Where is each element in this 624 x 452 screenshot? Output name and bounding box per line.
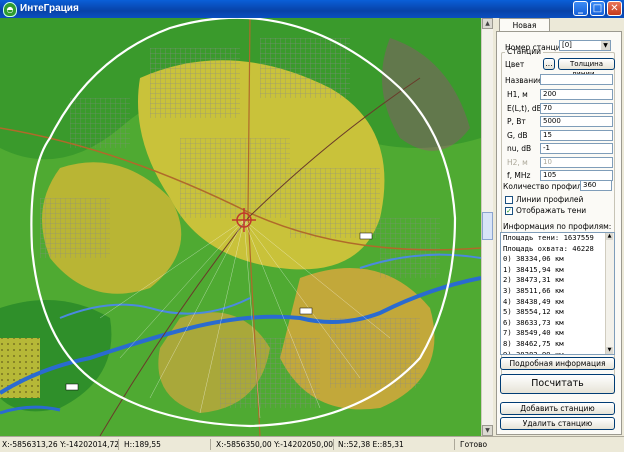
memo-scrollbar[interactable]: ▲ ▼	[605, 233, 614, 354]
status-divider	[118, 439, 119, 450]
scroll-down-icon[interactable]: ▼	[482, 425, 493, 436]
param-label: G, dB	[507, 130, 528, 140]
memo-scroll-down-icon[interactable]: ▼	[606, 347, 613, 354]
terrain-map	[0, 18, 481, 436]
status-divider	[210, 439, 211, 450]
param-field[interactable]: -1	[540, 143, 613, 154]
show-shadows-checkbox[interactable]: ✓	[505, 207, 513, 215]
profile-info-memo[interactable]: Площадь тени: 1637559 Площадь охвата: 462…	[500, 232, 615, 355]
map-vertical-scrollbar[interactable]: ▲ ▼	[481, 18, 493, 436]
param-field[interactable]: 70	[540, 102, 613, 114]
profile-info-label: Информация по профилям:	[503, 222, 612, 231]
info-line: 4) 38438,49 км	[503, 296, 564, 306]
app-logo-icon: ◓	[3, 2, 17, 17]
station-number-value: [0]	[562, 41, 572, 49]
profiles-count-field[interactable]: 360	[580, 180, 612, 191]
calculate-button[interactable]: Посчитать	[500, 374, 615, 394]
show-shadows-label: Отображать тени	[516, 206, 587, 215]
profiles-count-label: Количество профилей	[503, 182, 592, 191]
detail-info-button[interactable]: Подробная информация	[500, 357, 615, 370]
name-field[interactable]	[540, 74, 613, 85]
station-panel: Новая версия Станции Номер станции: [0] …	[493, 18, 624, 436]
color-picker-button[interactable]: ...	[543, 58, 555, 70]
status-center-coords: X:-5856350,00 Y:-14202050,00	[216, 440, 334, 449]
station-number-select[interactable]: [0] ▼	[559, 40, 611, 51]
close-button[interactable]: ✕	[607, 1, 622, 16]
memo-scroll-up-icon[interactable]: ▲	[606, 233, 613, 240]
info-line: 0) 38334,06 км	[503, 254, 564, 264]
param-field[interactable]: 200	[540, 89, 613, 100]
add-station-button[interactable]: Добавить станцию	[500, 402, 615, 415]
status-divider	[454, 439, 455, 450]
info-line: 9) 38282,99 км	[503, 349, 564, 355]
line-thickness-button[interactable]: Толщина линии...	[558, 58, 615, 78]
map-view[interactable]	[0, 18, 481, 436]
param-field: 10	[540, 156, 613, 168]
profile-lines-checkbox[interactable]	[505, 196, 513, 204]
info-line: 6) 38633,73 км	[503, 317, 564, 327]
param-label: E(L,t), dB	[507, 103, 542, 113]
param-field[interactable]: 15	[540, 129, 613, 141]
info-line: 3) 38511,66 км	[503, 285, 564, 295]
info-line: 2) 38473,31 км	[503, 275, 564, 285]
title-bar[interactable]: ◓ ИнтеГрация _ □ ✕	[0, 0, 624, 18]
status-bar: X:-5856313,26 Y:-14202014,72 H::189,55 X…	[0, 436, 624, 452]
param-label: H1, м	[507, 90, 528, 99]
scroll-thumb[interactable]	[482, 212, 493, 240]
param-label: P, Вт	[507, 117, 526, 126]
status-divider	[333, 439, 334, 450]
delete-station-button[interactable]: Удалить станцию	[500, 417, 615, 430]
color-label: Цвет	[505, 60, 525, 69]
maximize-button[interactable]: □	[590, 1, 605, 16]
status-height: H::189,55	[124, 440, 161, 449]
info-line: 7) 38549,40 км	[503, 328, 564, 338]
profile-lines-label: Линии профилей	[516, 195, 584, 204]
info-line: Площадь охвата: 46228	[503, 243, 594, 253]
profile-info-lines: Площадь тени: 1637559 Площадь охвата: 462…	[501, 233, 614, 355]
info-line: Площадь тени: 1637559	[503, 233, 594, 242]
info-line: 1) 38415,94 км	[503, 264, 564, 274]
param-field[interactable]: 5000	[540, 116, 613, 127]
status-state: Готово	[460, 440, 488, 449]
param-label: nu, dB	[507, 144, 532, 153]
status-lat-lon: N::52,38 E::85,31	[338, 440, 404, 449]
info-line: 8) 38462,75 км	[503, 338, 564, 348]
chevron-down-icon[interactable]: ▼	[601, 41, 610, 50]
window-title: ИнтеГрация	[20, 3, 79, 14]
minimize-button[interactable]: _	[573, 1, 588, 16]
scroll-up-icon[interactable]: ▲	[482, 18, 493, 29]
status-cursor-coords: X:-5856313,26 Y:-14202014,72	[2, 440, 120, 449]
info-line: 5) 38554,12 км	[503, 307, 564, 317]
param-label: H2, м	[507, 157, 528, 167]
param-label: f, MHz	[507, 171, 531, 180]
